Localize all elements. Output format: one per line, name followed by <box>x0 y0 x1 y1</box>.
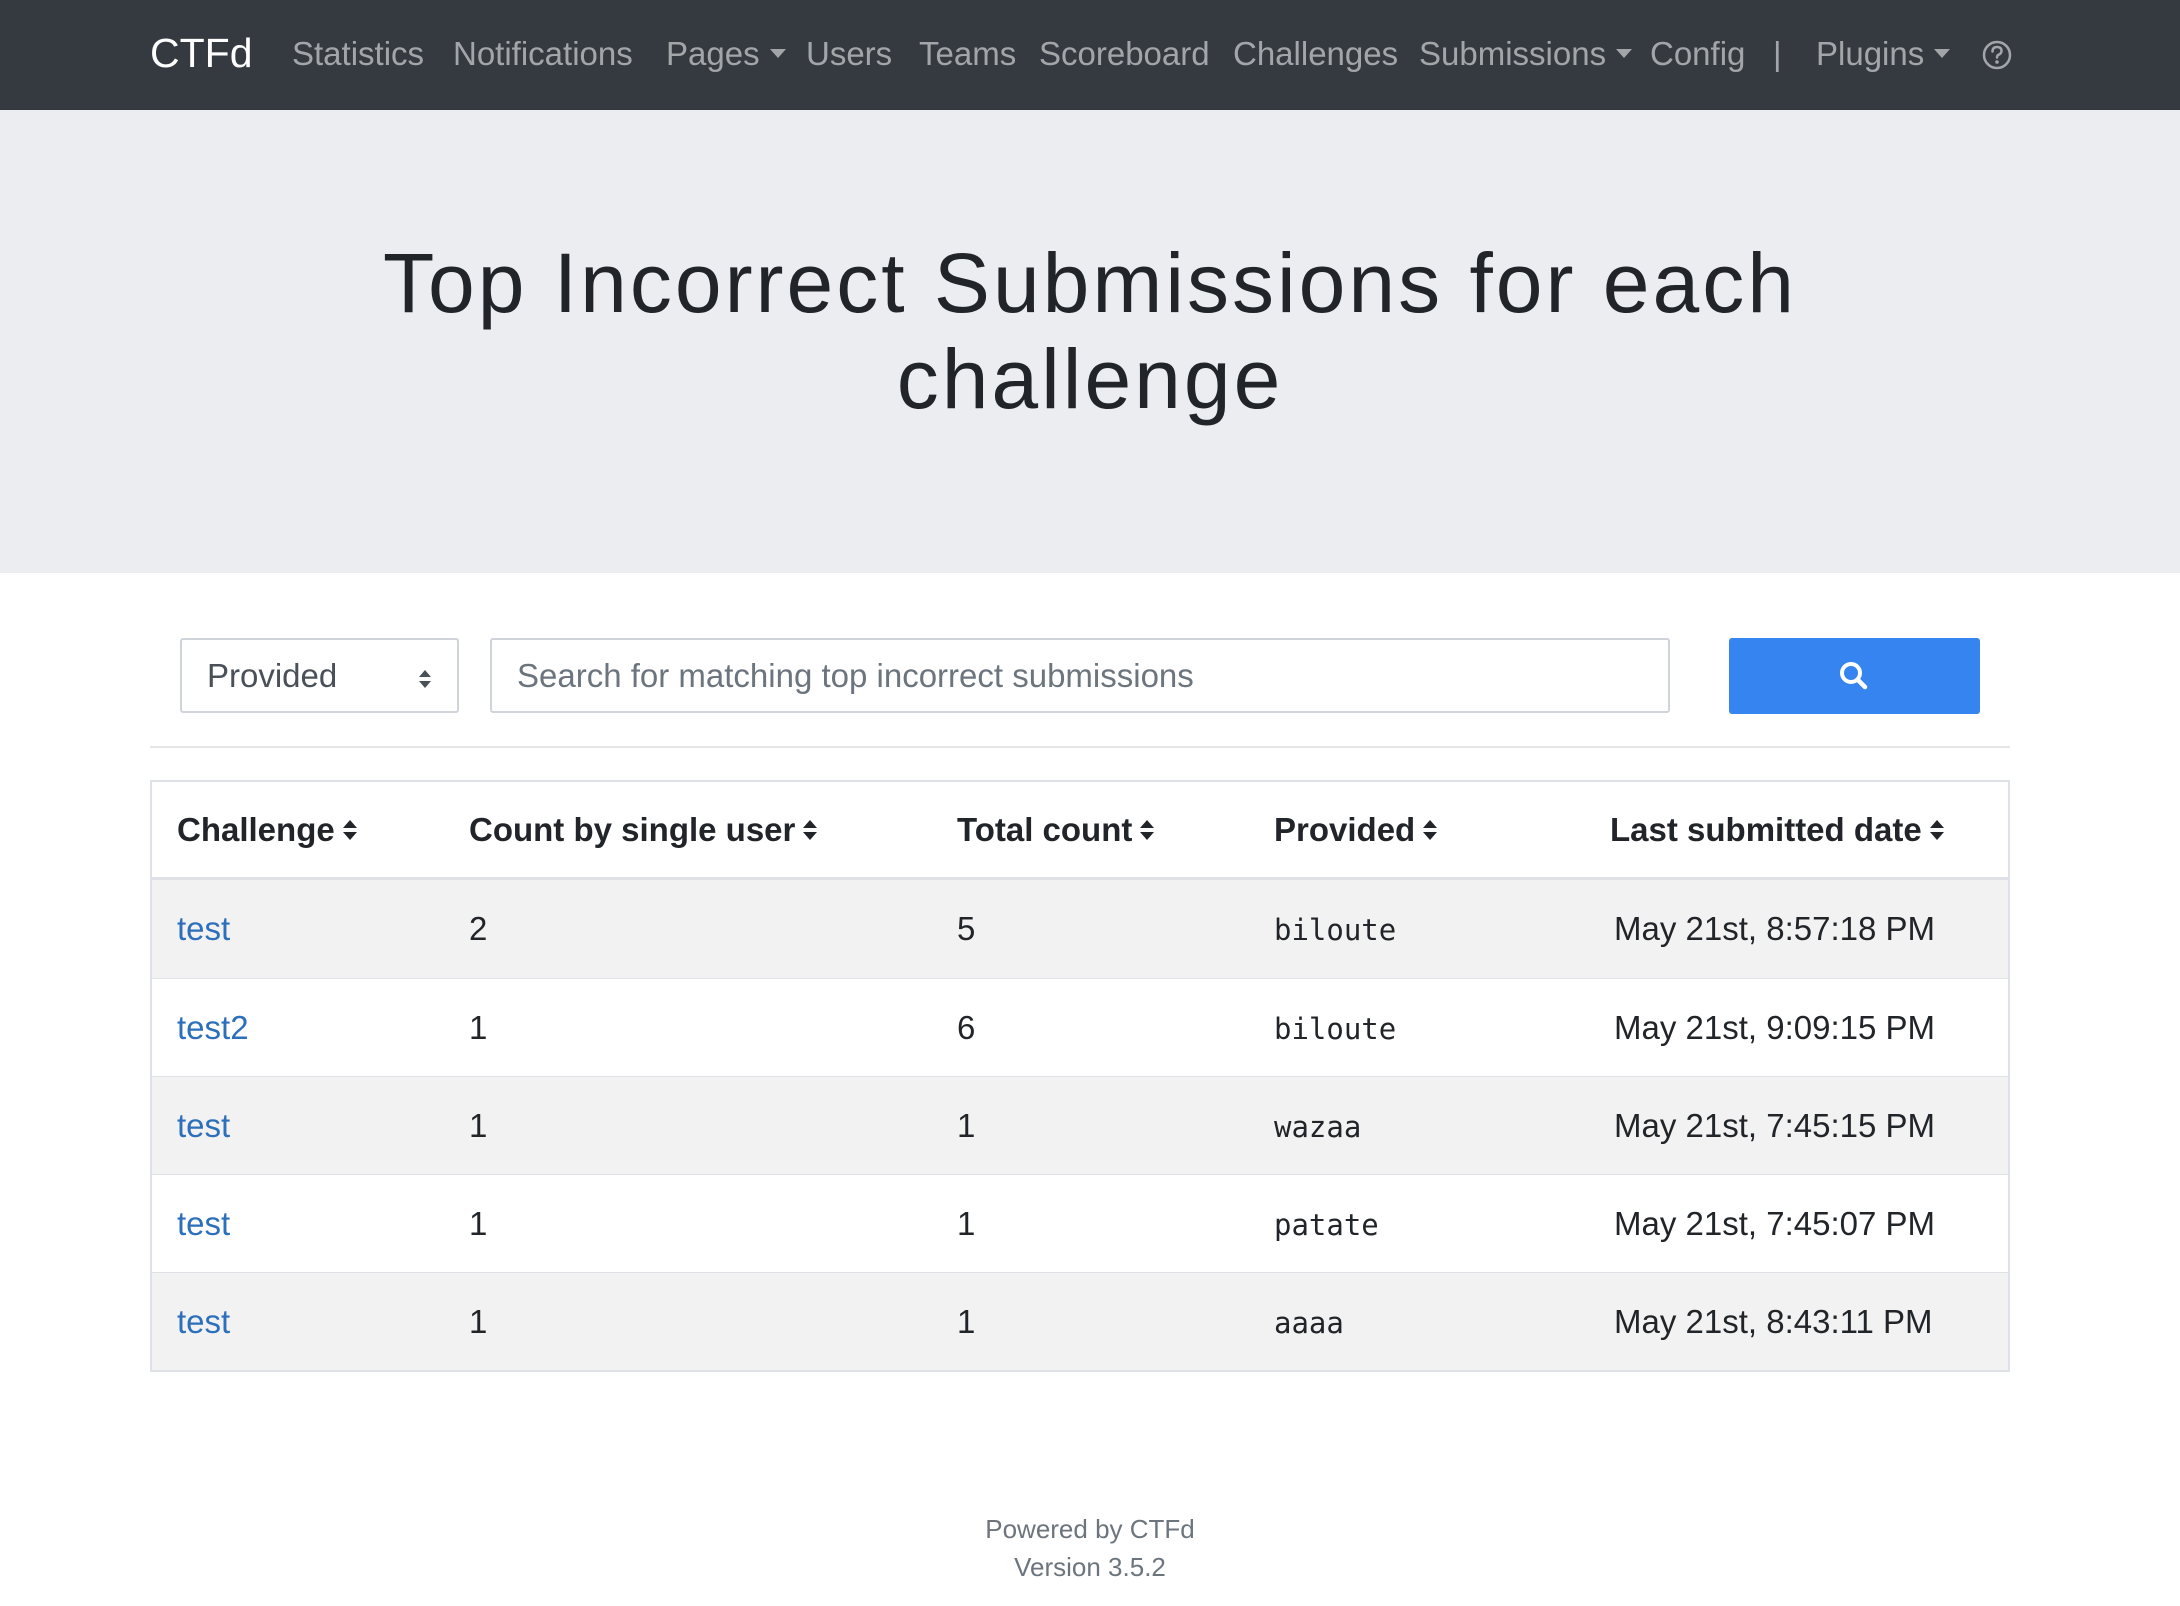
column-header-last-submitted[interactable]: Last submitted date <box>1610 810 1946 850</box>
sort-icon <box>1423 820 1438 841</box>
select-arrows-icon <box>419 670 431 688</box>
nav-submissions-label: Submissions <box>1419 35 1607 72</box>
page-title-line1: Top Incorrect Submissions for each <box>383 236 1797 330</box>
question-circle-icon[interactable] <box>1982 40 2012 70</box>
count-single-cell: 2 <box>469 910 488 947</box>
count-single-cell: 1 <box>469 1303 488 1340</box>
table-row: test2 1 6 biloute May 21st, 9:09:15 PM <box>152 978 2008 1076</box>
column-header-label: Count by single user <box>469 811 796 848</box>
nav-submissions[interactable]: Submissions <box>1419 30 1633 78</box>
column-header-count-single[interactable]: Count by single user <box>469 810 819 850</box>
chevron-down-icon <box>1616 48 1633 58</box>
nav-scoreboard[interactable]: Scoreboard <box>1039 30 1210 78</box>
footer-powered-by[interactable]: Powered by CTFd <box>0 1510 2180 1548</box>
nav-teams[interactable]: Teams <box>919 30 1016 78</box>
total-count-cell: 1 <box>957 1107 976 1144</box>
column-header-label: Challenge <box>177 811 335 848</box>
search-field-select[interactable]: Provided <box>180 638 459 713</box>
chevron-down-icon <box>1934 48 1951 58</box>
nav-notifications[interactable]: Notifications <box>453 30 633 78</box>
total-count-cell: 1 <box>957 1205 976 1242</box>
page-header: Top Incorrect Submissions for each chall… <box>0 110 2180 573</box>
date-cell: May 21st, 7:45:07 PM <box>1614 1205 1935 1242</box>
sort-icon <box>342 820 357 841</box>
challenge-link[interactable]: test2 <box>177 1008 249 1048</box>
total-count-cell: 6 <box>957 1009 976 1046</box>
challenge-link[interactable]: test <box>177 909 230 949</box>
footer: Powered by CTFd Version 3.5.2 <box>0 1510 2180 1586</box>
divider <box>150 746 2010 748</box>
total-count-cell: 1 <box>957 1303 976 1340</box>
count-single-cell: 1 <box>469 1107 488 1144</box>
chevron-down-icon <box>769 48 786 58</box>
nav-config[interactable]: Config <box>1650 30 1745 78</box>
challenge-link[interactable]: test <box>177 1106 230 1146</box>
count-single-cell: 1 <box>469 1205 488 1242</box>
page-title-line2: challenge <box>896 332 1284 426</box>
column-header-label: Provided <box>1274 811 1416 848</box>
nav-users[interactable]: Users <box>806 30 892 78</box>
count-single-cell: 1 <box>469 1009 488 1046</box>
nav-plugins[interactable]: Plugins <box>1816 30 1951 78</box>
sort-icon <box>1929 820 1944 841</box>
provided-cell: biloute <box>1274 913 1397 947</box>
provided-cell: patate <box>1274 1208 1379 1242</box>
challenge-link[interactable]: test <box>177 1302 230 1342</box>
provided-cell: aaaa <box>1274 1306 1344 1340</box>
table-body: test 2 5 biloute May 21st, 8:57:18 PM te… <box>152 880 2008 1370</box>
column-header-label: Last submitted date <box>1610 811 1922 848</box>
submissions-table: Challenge Count by single user Total cou… <box>150 780 2010 1372</box>
date-cell: May 21st, 9:09:15 PM <box>1614 1009 1935 1046</box>
brand-logo[interactable]: CTFd <box>150 28 253 78</box>
sort-icon <box>1140 820 1155 841</box>
nav-pages[interactable]: Pages <box>666 30 786 78</box>
page-title: Top Incorrect Submissions for each chall… <box>0 235 2180 427</box>
date-cell: May 21st, 8:43:11 PM <box>1614 1303 1933 1340</box>
column-header-challenge[interactable]: Challenge <box>177 810 359 850</box>
top-navbar: CTFd Statistics Notifications Pages User… <box>0 0 2180 110</box>
table-row: test 1 1 wazaa May 21st, 7:45:15 PM <box>152 1076 2008 1174</box>
nav-separator: | <box>1773 35 1782 72</box>
date-cell: May 21st, 8:57:18 PM <box>1614 910 1935 947</box>
nav-statistics[interactable]: Statistics <box>292 30 424 78</box>
column-header-label: Total count <box>957 811 1133 848</box>
nav-challenges[interactable]: Challenges <box>1233 30 1398 78</box>
search-field-selected: Provided <box>207 657 338 694</box>
column-header-provided[interactable]: Provided <box>1274 810 1439 850</box>
footer-version: Version 3.5.2 <box>1014 1552 1166 1582</box>
sort-icon <box>803 820 818 841</box>
nav-pages-label: Pages <box>666 35 760 72</box>
search-icon <box>1840 662 1868 690</box>
search-button[interactable] <box>1729 638 1980 714</box>
provided-cell: wazaa <box>1274 1110 1362 1144</box>
search-input[interactable] <box>490 638 1670 713</box>
column-header-total-count[interactable]: Total count <box>957 810 1156 850</box>
table-row: test 1 1 patate May 21st, 7:45:07 PM <box>152 1174 2008 1272</box>
provided-cell: biloute <box>1274 1012 1397 1046</box>
nav-plugins-label: Plugins <box>1816 35 1925 72</box>
table-row: test 2 5 biloute May 21st, 8:57:18 PM <box>152 880 2008 978</box>
challenge-link[interactable]: test <box>177 1204 230 1244</box>
total-count-cell: 5 <box>957 910 976 947</box>
table-row: test 1 1 aaaa May 21st, 8:43:11 PM <box>152 1272 2008 1370</box>
date-cell: May 21st, 7:45:15 PM <box>1614 1107 1935 1144</box>
table-header: Challenge Count by single user Total cou… <box>152 782 2008 880</box>
